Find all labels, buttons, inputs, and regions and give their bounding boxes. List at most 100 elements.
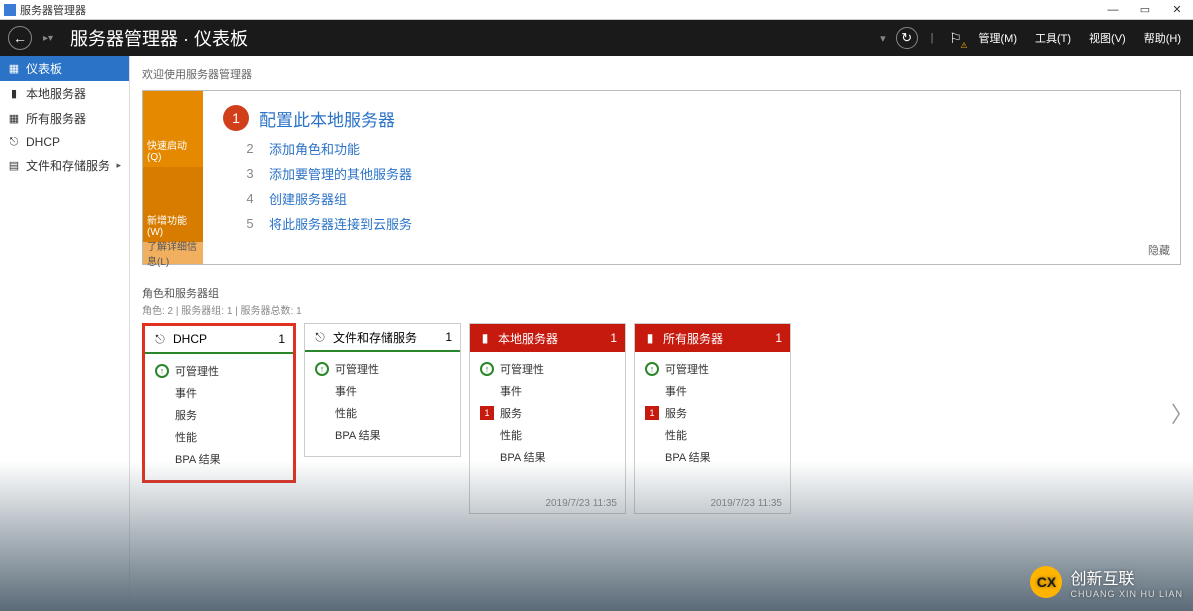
tile-row-label: 性能 xyxy=(335,405,357,421)
dropdown-icon[interactable]: ▾ xyxy=(880,32,886,45)
qs-tab-learnmore[interactable]: 了解详细信息(L) xyxy=(143,242,203,264)
menu-help[interactable]: 帮助(H) xyxy=(1140,28,1185,48)
tile-row[interactable]: BPA 结果 xyxy=(645,446,780,468)
roles-section-subtitle: 角色: 2 | 服务器组: 1 | 服务器总数: 1 xyxy=(142,302,1181,317)
tile-header: ⎋文件和存储服务1 xyxy=(305,324,460,352)
nav-back-button[interactable]: ← xyxy=(8,26,32,50)
tile-row-label: 事件 xyxy=(175,385,197,401)
tile-row[interactable]: 性能 xyxy=(155,426,283,448)
tile-row[interactable]: 性能 xyxy=(315,402,450,424)
sidebar-item-file-storage[interactable]: ▤ 文件和存储服务 ▸ xyxy=(0,153,129,178)
qs-tab-whatsnew[interactable]: 新增功能(W) xyxy=(143,167,203,243)
tile-icon: ⎋ xyxy=(153,332,167,346)
tile-body: ↑可管理性事件性能 BPA 结果 xyxy=(305,352,460,456)
sidebar-label: 文件和存储服务 xyxy=(26,157,110,174)
watermark-brand: 创新互联 xyxy=(1070,565,1183,589)
roles-section-title: 角色和服务器组 xyxy=(142,285,1181,301)
qs-step-1[interactable]: 1 配置此本地服务器 xyxy=(223,105,1160,131)
menu-manage[interactable]: 管理(M) xyxy=(975,28,1022,48)
qs-step-4[interactable]: 4 创建服务器组 xyxy=(241,189,1160,208)
tile-0[interactable]: ⎋DHCP1↑可管理性事件服务性能BPA 结果 xyxy=(142,323,296,483)
tile-row[interactable]: 事件 xyxy=(155,382,283,404)
tile-row-label: 事件 xyxy=(665,383,687,399)
tile-row[interactable]: ↑可管理性 xyxy=(315,358,450,380)
sidebar-item-dashboard[interactable]: ▦ 仪表板 xyxy=(0,56,129,81)
sidebar-item-local-server[interactable]: ▮ 本地服务器 xyxy=(0,81,129,106)
tile-header: ▮所有服务器1 xyxy=(635,324,790,352)
step-number: 4 xyxy=(241,191,259,206)
ok-icon: ↑ xyxy=(480,362,494,376)
menu-view[interactable]: 视图(V) xyxy=(1085,28,1130,48)
tile-count: 1 xyxy=(445,330,452,344)
tile-2[interactable]: ▮本地服务器1↑可管理性事件1服务性能BPA 结果2019/7/23 11:35 xyxy=(469,323,626,514)
qs-step-link: 将此服务器连接到云服务 xyxy=(269,214,412,233)
sidebar-label: 所有服务器 xyxy=(26,110,86,127)
tile-row[interactable]: 1服务 xyxy=(645,402,780,424)
sidebar-item-all-servers[interactable]: ▦ 所有服务器 xyxy=(0,106,129,131)
tile-row[interactable]: 事件 xyxy=(480,380,615,402)
qs-tab-quickstart[interactable]: 快速启动(Q) xyxy=(143,91,203,167)
qs-step-link: 添加角色和功能 xyxy=(269,139,360,158)
tile-row[interactable]: 性能 xyxy=(480,424,615,446)
tile-row[interactable]: BPA 结果 xyxy=(315,424,450,446)
menu-tools[interactable]: 工具(T) xyxy=(1031,28,1075,48)
tile-body: ↑可管理性事件 1服务性能 BPA 结果 xyxy=(635,352,790,478)
tile-row[interactable]: 1服务 xyxy=(480,402,615,424)
tile-3[interactable]: ▮所有服务器1 ↑可管理性事件 1服务性能 BPA 结果 2019/7/23 11:35 xyxy=(634,323,791,514)
tile-row-label: 可管理性 xyxy=(665,361,709,377)
maximize-button[interactable]: ▭ xyxy=(1133,2,1157,18)
refresh-icon[interactable]: ↻ xyxy=(896,27,918,49)
spacer xyxy=(315,428,329,442)
tile-row[interactable]: 事件 xyxy=(315,380,450,402)
header-right: ▾ ↻ | ⚐ 管理(M) 工具(T) 视图(V) 帮助(H) xyxy=(880,27,1185,49)
tile-row[interactable]: 性能 xyxy=(645,424,780,446)
tile-row-label: 服务 xyxy=(665,405,687,421)
scroll-right-button[interactable]: 〉 xyxy=(1173,396,1191,430)
qs-step-5[interactable]: 5 将此服务器连接到云服务 xyxy=(241,214,1160,233)
welcome-text: 欢迎使用服务器管理器 xyxy=(142,66,1181,82)
tile-row[interactable]: 事件 xyxy=(645,380,780,402)
tile-row[interactable]: ↑可管理性 xyxy=(155,360,283,382)
tile-timestamp: 2019/7/23 11:35 xyxy=(470,478,625,513)
spacer xyxy=(155,386,169,400)
breadcrumb-title: 服务器管理器 · 仪表板 xyxy=(70,25,248,51)
watermark-logo-icon: CX xyxy=(1030,566,1062,598)
minimize-button[interactable]: — xyxy=(1101,2,1125,18)
tile-row-label: BPA 结果 xyxy=(175,451,221,467)
tile-row[interactable]: BPA 结果 xyxy=(480,446,615,468)
window-titlebar: 服务器管理器 — ▭ ✕ xyxy=(0,0,1193,20)
spacer xyxy=(315,406,329,420)
sidebar: ▦ 仪表板 ▮ 本地服务器 ▦ 所有服务器 ⎋ DHCP ▤ 文件和存储服务 ▸ xyxy=(0,56,130,611)
tile-1[interactable]: ⎋文件和存储服务1 ↑可管理性事件性能 BPA 结果 xyxy=(304,323,461,457)
close-button[interactable]: ✕ xyxy=(1165,2,1189,18)
qs-step-link: 添加要管理的其他服务器 xyxy=(269,164,412,183)
spacer xyxy=(155,452,169,466)
notification-flag-icon[interactable]: ⚐ xyxy=(947,28,965,48)
hide-link[interactable]: 隐藏 xyxy=(1148,242,1170,258)
header-left: ← ▸▾ 服务器管理器 · 仪表板 xyxy=(8,25,248,51)
step-number: 3 xyxy=(241,166,259,181)
qs-step-link: 创建服务器组 xyxy=(269,189,347,208)
nav-forward-button[interactable]: ▸▾ xyxy=(38,28,58,48)
ok-icon: ↑ xyxy=(155,364,169,378)
tile-row[interactable]: BPA 结果 xyxy=(155,448,283,470)
server-icon: ▮ xyxy=(8,88,20,100)
dashboard-icon: ▦ xyxy=(8,63,20,75)
window-controls: — ▭ ✕ xyxy=(1101,2,1189,18)
tile-row-label: BPA 结果 xyxy=(335,427,381,443)
ok-icon: ↑ xyxy=(315,362,329,376)
tile-row[interactable]: 服务 xyxy=(155,404,283,426)
spacer xyxy=(480,450,494,464)
sidebar-label: 本地服务器 xyxy=(26,85,86,102)
tile-row[interactable]: ↑可管理性 xyxy=(645,358,780,380)
spacer xyxy=(645,450,659,464)
sidebar-item-dhcp[interactable]: ⎋ DHCP xyxy=(0,131,129,153)
watermark-text: 创新互联 CHUANG XIN HU LIAN xyxy=(1070,565,1183,599)
tile-row[interactable]: ↑可管理性 xyxy=(480,358,615,380)
qs-step-2[interactable]: 2 添加角色和功能 xyxy=(241,139,1160,158)
app-title: 服务器管理器 xyxy=(20,2,86,18)
tile-timestamp: 2019/7/23 11:35 xyxy=(635,478,790,513)
tile-row-label: 性能 xyxy=(665,427,687,443)
spacer xyxy=(645,428,659,442)
qs-step-3[interactable]: 3 添加要管理的其他服务器 xyxy=(241,164,1160,183)
